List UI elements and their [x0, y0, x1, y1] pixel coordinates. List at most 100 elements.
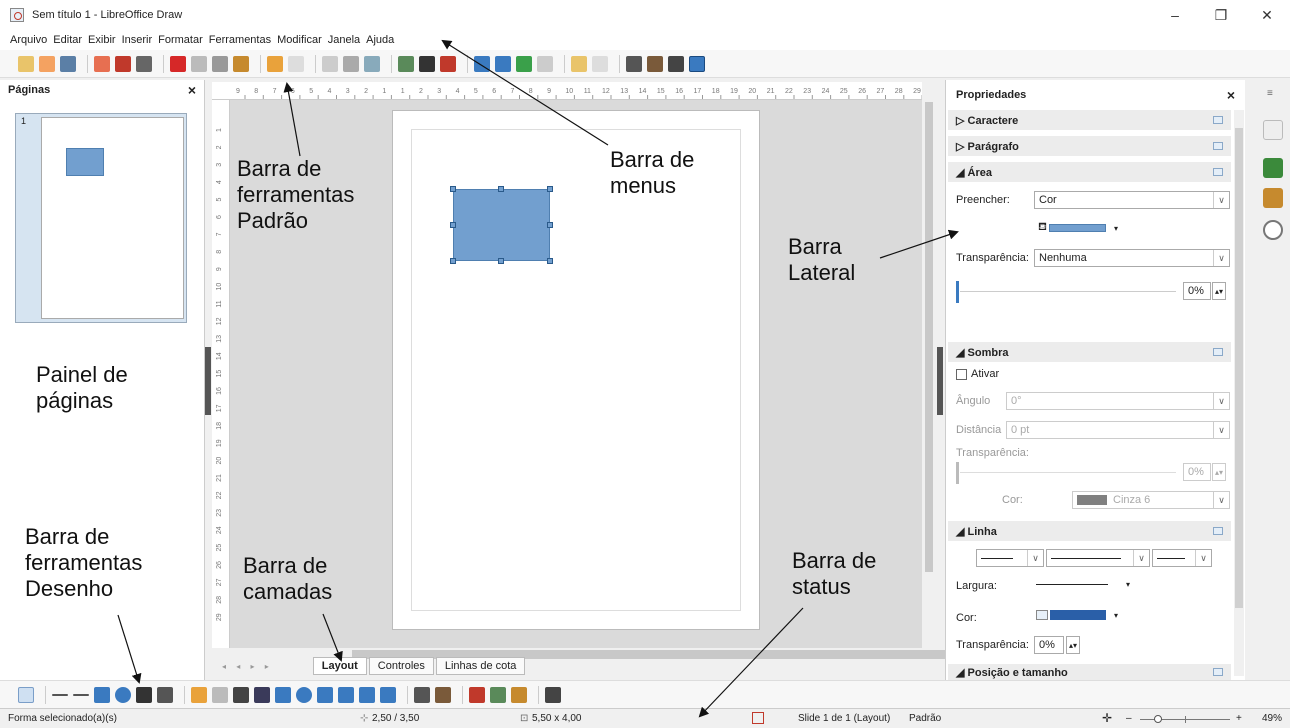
- grid-icon[interactable]: [322, 55, 338, 72]
- fontwork-gallery-icon[interactable]: [469, 686, 485, 703]
- tab-linhas-de-cota[interactable]: Linhas de cota: [435, 657, 526, 675]
- menu-formatar[interactable]: Formatar: [158, 34, 203, 46]
- distance-field[interactable]: 0 pt ∨: [1006, 421, 1230, 439]
- paste-icon[interactable]: [212, 55, 228, 72]
- resize-handle[interactable]: [450, 222, 456, 228]
- properties-wrench-icon[interactable]: [1263, 120, 1283, 140]
- more-options-icon[interactable]: [1213, 348, 1223, 356]
- extrusion-icon[interactable]: [545, 686, 561, 703]
- menu-editar[interactable]: Editar: [53, 34, 82, 46]
- transparency-slider[interactable]: [956, 281, 1176, 303]
- line-width-picker[interactable]: ▾: [1036, 580, 1130, 589]
- crop-icon[interactable]: [592, 55, 608, 72]
- arrange-icon[interactable]: [516, 55, 532, 72]
- section-caractere[interactable]: ▷ Caractere: [948, 110, 1231, 130]
- resize-handle[interactable]: [547, 222, 553, 228]
- gallery-icon[interactable]: [1263, 188, 1283, 208]
- toggle-extrusion-icon[interactable]: [668, 55, 684, 72]
- scrollbar-thumb[interactable]: [925, 102, 933, 572]
- drawing-page[interactable]: [392, 110, 760, 630]
- section-sombra[interactable]: ◢ Sombra: [948, 342, 1231, 362]
- resize-handle[interactable]: [450, 186, 456, 192]
- sidebar-scrollbar-thumb[interactable]: [1235, 128, 1243, 608]
- zoom-fit-icon[interactable]: ✛: [1102, 711, 1112, 725]
- zoom-out-button[interactable]: –: [1126, 713, 1132, 724]
- line-start-select[interactable]: ∨: [976, 549, 1044, 567]
- more-options-icon[interactable]: [1213, 668, 1223, 676]
- line-color-picker[interactable]: ▾: [1036, 610, 1118, 620]
- resize-handle[interactable]: [547, 258, 553, 264]
- sidebar-close-icon[interactable]: ×: [1227, 87, 1235, 103]
- resize-handle[interactable]: [547, 186, 553, 192]
- connectors-icon[interactable]: [212, 686, 228, 703]
- navigator-icon[interactable]: [1263, 220, 1283, 240]
- stars-icon[interactable]: [380, 686, 396, 703]
- curves-icon[interactable]: [191, 686, 207, 703]
- right-collapse-handle[interactable]: [937, 347, 943, 415]
- print-icon[interactable]: [136, 55, 152, 72]
- resize-handle[interactable]: [450, 258, 456, 264]
- cut-icon[interactable]: [170, 55, 186, 72]
- menu-janela[interactable]: Janela: [328, 34, 360, 46]
- close-button[interactable]: ✕: [1244, 0, 1290, 30]
- callouts-icon[interactable]: [359, 686, 375, 703]
- menu-inserir[interactable]: Inserir: [122, 34, 153, 46]
- basic-shapes-icon[interactable]: [254, 686, 270, 703]
- tab-layout[interactable]: Layout: [312, 657, 367, 675]
- insert-image-icon[interactable]: [490, 686, 506, 703]
- copy-icon[interactable]: [191, 55, 207, 72]
- line-transparency-field[interactable]: 0%: [1034, 636, 1064, 654]
- gallery-toggle-icon[interactable]: [511, 686, 527, 703]
- page-thumbnail[interactable]: 1: [15, 113, 187, 323]
- menu-ferramentas[interactable]: Ferramentas: [209, 34, 271, 46]
- ellipse-icon[interactable]: [115, 686, 131, 703]
- transparency-percent-field[interactable]: 0%: [1183, 282, 1211, 300]
- redo-icon[interactable]: [288, 55, 304, 72]
- points-edit-icon[interactable]: [414, 686, 430, 703]
- line-icon[interactable]: [52, 693, 68, 696]
- resize-handle[interactable]: [498, 186, 504, 192]
- line-arrow-icon[interactable]: [73, 693, 89, 696]
- restore-button[interactable]: ❐: [1198, 0, 1244, 30]
- zoom-slider-thumb[interactable]: [1154, 715, 1162, 723]
- shadow-icon[interactable]: [571, 55, 587, 72]
- align-icon[interactable]: [495, 55, 511, 72]
- zoom-slider[interactable]: [1140, 715, 1230, 723]
- angle-field[interactable]: 0° ∨: [1006, 392, 1230, 410]
- select-arrow-icon[interactable]: [18, 686, 34, 703]
- spin-buttons[interactable]: ▴▾: [1212, 463, 1226, 481]
- sidebar-scrollbar[interactable]: [1234, 110, 1244, 676]
- export-pdf-icon[interactable]: [115, 55, 131, 72]
- canvas-vertical-scrollbar[interactable]: [922, 82, 936, 648]
- undo-icon[interactable]: [267, 55, 283, 72]
- pages-panel-close-icon[interactable]: ×: [188, 82, 196, 98]
- layer-nav-arrows[interactable]: ◂ ◂ ▸ ▸: [222, 662, 273, 671]
- shadow-transparency-percent-field[interactable]: 0%: [1183, 463, 1211, 481]
- fontwork-icon[interactable]: [440, 55, 456, 72]
- symbol-shapes-icon[interactable]: [275, 686, 291, 703]
- line-style-select[interactable]: ∨: [1046, 549, 1150, 567]
- tab-controles[interactable]: Controles: [368, 657, 434, 675]
- slider-thumb[interactable]: [956, 462, 959, 484]
- fill-select[interactable]: Cor ∨: [1034, 191, 1230, 209]
- menu-ajuda[interactable]: Ajuda: [366, 34, 394, 46]
- shadow-color-select[interactable]: Cinza 6 ∨: [1072, 491, 1230, 509]
- selected-rectangle[interactable]: [453, 189, 550, 261]
- more-options-icon[interactable]: [1213, 168, 1223, 176]
- fill-color-picker[interactable]: ⛾ ▾: [1038, 221, 1118, 234]
- more-options-icon[interactable]: [1213, 527, 1223, 535]
- resize-handle[interactable]: [498, 258, 504, 264]
- zoom-icon[interactable]: [364, 55, 380, 72]
- left-collapse-handle[interactable]: [205, 347, 211, 415]
- styles-icon[interactable]: [1263, 158, 1283, 178]
- image-icon[interactable]: [398, 55, 414, 72]
- more-options-icon[interactable]: [1213, 142, 1223, 150]
- glue-points-icon[interactable]: [647, 55, 663, 72]
- deck-menu-icon[interactable]: ≡: [1267, 88, 1273, 99]
- glue-icon[interactable]: [435, 686, 451, 703]
- text-box-icon[interactable]: [419, 55, 435, 72]
- dimension-line-icon[interactable]: [157, 686, 173, 703]
- transparency-select[interactable]: Nenhuma ∨: [1034, 249, 1230, 267]
- transformations-icon[interactable]: [474, 55, 490, 72]
- minimize-button[interactable]: –: [1152, 0, 1198, 30]
